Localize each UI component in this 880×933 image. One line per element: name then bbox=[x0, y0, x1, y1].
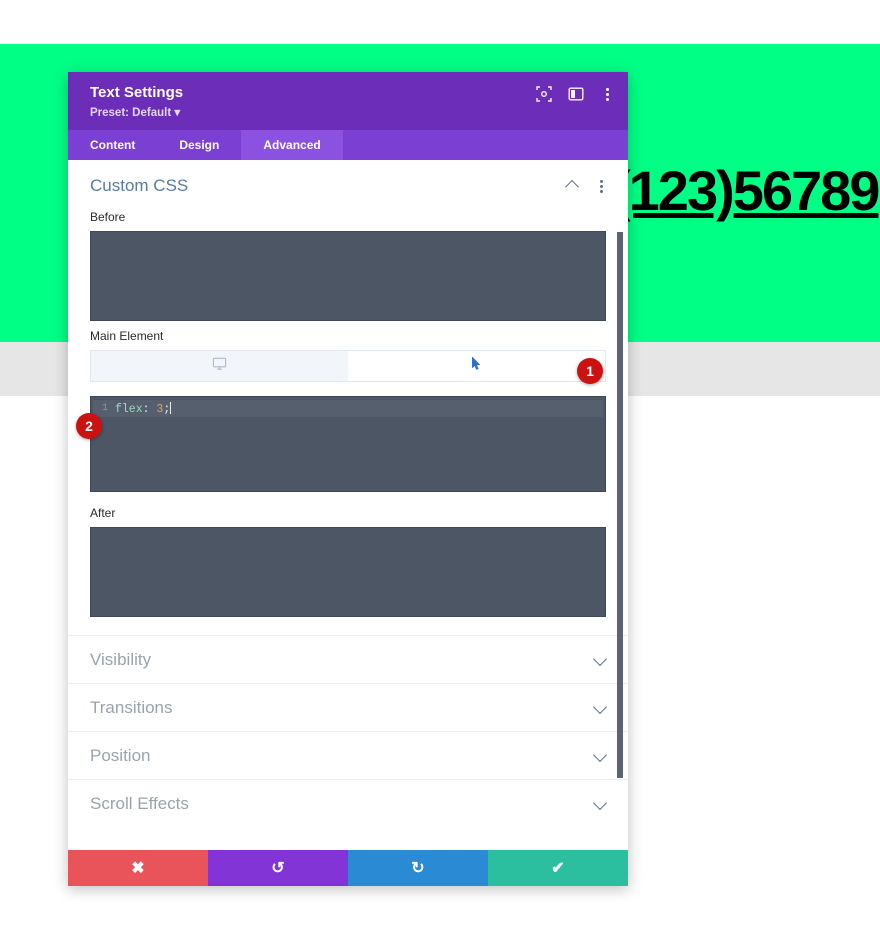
custom-css-section-header[interactable]: Custom CSS bbox=[68, 160, 628, 202]
chevron-down-icon[interactable] bbox=[594, 799, 608, 809]
modal-scrollbar[interactable] bbox=[616, 160, 626, 850]
phone-number-text: (123)56789 bbox=[612, 159, 880, 222]
save-button[interactable]: ✔ bbox=[488, 850, 628, 886]
close-x-icon: ✖ bbox=[131, 860, 145, 877]
monitor-icon bbox=[212, 356, 227, 376]
preset-selector[interactable]: Preset: Default ▾ bbox=[90, 106, 610, 120]
section-scroll-effects[interactable]: Scroll Effects bbox=[68, 779, 628, 827]
undo-button[interactable]: ↺ bbox=[208, 850, 348, 886]
css-property-token: flex bbox=[115, 402, 143, 416]
section-label: Transitions bbox=[90, 697, 173, 717]
modal-scrollbar-thumb[interactable] bbox=[617, 232, 623, 778]
modal-body: Custom CSS Before Main Element 1 flex: 3… bbox=[68, 160, 628, 850]
before-label: Before bbox=[90, 210, 126, 224]
hover-state-tab[interactable] bbox=[348, 351, 605, 381]
modal-header-icons bbox=[536, 86, 614, 102]
tab-advanced[interactable]: Advanced bbox=[241, 130, 343, 160]
after-field-block: After bbox=[68, 506, 628, 617]
more-options-icon[interactable] bbox=[600, 86, 614, 102]
collapsed-sections-list: Visibility Transitions Position Scroll E… bbox=[68, 635, 628, 827]
redo-button[interactable]: ↻ bbox=[348, 850, 488, 886]
chevron-down-icon[interactable] bbox=[594, 655, 608, 665]
modal-tabbar: Content Design Advanced bbox=[68, 130, 628, 160]
chevron-up-icon[interactable] bbox=[566, 181, 580, 191]
annotation-badge-1: 1 bbox=[577, 358, 603, 384]
section-position[interactable]: Position bbox=[68, 731, 628, 779]
after-label: After bbox=[90, 506, 116, 520]
cancel-button[interactable]: ✖ bbox=[68, 850, 208, 886]
before-field-block: Before bbox=[68, 210, 628, 321]
section-visibility[interactable]: Visibility bbox=[68, 635, 628, 683]
css-semicolon-token: ; bbox=[163, 402, 171, 416]
modal-header: Text Settings Preset: Default ▾ bbox=[68, 72, 628, 130]
redo-icon: ↻ bbox=[411, 860, 425, 877]
before-css-textarea[interactable] bbox=[90, 231, 606, 321]
text-settings-modal: Text Settings Preset: Default ▾ Content … bbox=[68, 72, 628, 886]
undo-icon: ↺ bbox=[271, 860, 285, 877]
section-label: Position bbox=[90, 745, 151, 765]
page-root: (123)56789 Text Settings Preset: Default… bbox=[0, 0, 880, 933]
section-transitions[interactable]: Transitions bbox=[68, 683, 628, 731]
cursor-pointer-icon bbox=[470, 356, 483, 376]
main-element-state-tabs bbox=[90, 350, 606, 382]
main-element-field-block: Main Element 1 flex: 3; bbox=[68, 329, 628, 492]
chevron-down-icon[interactable] bbox=[594, 751, 608, 761]
main-element-label: Main Element bbox=[90, 329, 164, 343]
desktop-view-tab[interactable] bbox=[91, 351, 348, 381]
tab-design[interactable]: Design bbox=[157, 130, 241, 160]
after-css-textarea[interactable] bbox=[90, 527, 606, 617]
checkmark-icon: ✔ bbox=[551, 860, 565, 877]
section-more-options-icon[interactable] bbox=[594, 178, 608, 194]
tab-content[interactable]: Content bbox=[68, 130, 157, 160]
editor-active-line: 1 flex: 3; bbox=[93, 400, 603, 417]
css-colon-token: : bbox=[142, 402, 157, 416]
focus-target-icon[interactable] bbox=[536, 86, 552, 102]
split-panel-icon[interactable] bbox=[568, 86, 584, 102]
page-title: Text Settings bbox=[90, 84, 184, 101]
main-element-css-editor[interactable]: 1 flex: 3; bbox=[90, 396, 606, 492]
section-label: Visibility bbox=[90, 649, 152, 669]
chevron-down-icon[interactable] bbox=[594, 703, 608, 713]
page-top-band bbox=[0, 0, 880, 44]
section-label: Scroll Effects bbox=[90, 793, 189, 813]
custom-css-title: Custom CSS bbox=[90, 176, 189, 195]
editor-code-text: flex: 3; bbox=[115, 401, 172, 416]
text-caret bbox=[170, 401, 172, 414]
modal-footer: ✖ ↺ ↻ ✔ bbox=[68, 850, 628, 886]
editor-line-number: 1 bbox=[101, 403, 108, 414]
annotation-badge-2: 2 bbox=[76, 413, 102, 439]
